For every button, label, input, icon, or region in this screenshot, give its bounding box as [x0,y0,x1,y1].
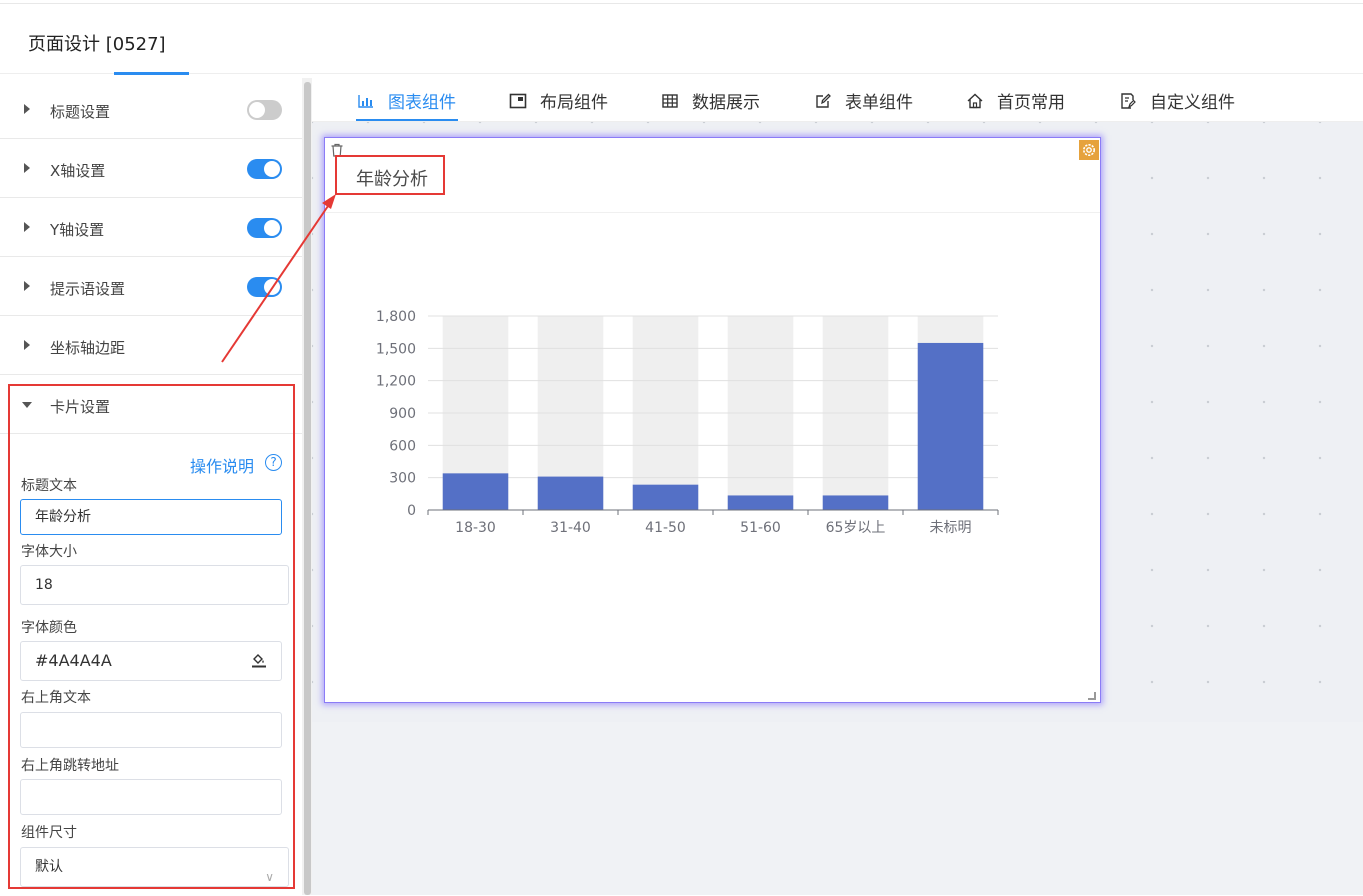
font-color-input[interactable]: #4A4A4A [20,641,282,681]
grid-table-icon [662,93,678,108]
bar-chart: 0 300 600 900 1,200 1,500 1,800 18-30 31-40 41-50… [376,309,999,536]
title-text-label: 标题文本 [21,478,77,494]
tab-label: 自定义组件 [1150,93,1235,113]
edit-form-icon [816,93,831,108]
y-tick-label: 300 [389,471,416,487]
section-label: 标题设置 [50,103,111,121]
home-icon [967,93,983,108]
y-axis-toggle[interactable] [247,218,282,238]
section-y-axis-settings[interactable]: Y轴设置 [0,198,302,257]
tab-label: 图表组件 [388,93,456,113]
x-tick-label: 65岁以上 [826,520,886,536]
tab-custom-components[interactable]: 自定义组件 [1118,88,1235,113]
layout-icon [509,93,527,108]
bar [632,484,699,510]
tab-label: 数据展示 [692,93,760,113]
caret-right-icon [24,281,30,291]
caret-right-icon [24,222,30,232]
corner-text-input[interactable] [20,712,282,748]
y-tick-label: 1,800 [376,309,416,325]
section-label: Y轴设置 [50,221,105,239]
title-text-input[interactable]: 年龄分析 [20,499,282,535]
tab-data-display[interactable]: 数据展示 [660,88,760,113]
active-tab-indicator [356,119,458,121]
x-tick-label: 31-40 [550,520,591,536]
component-size-label: 组件尺寸 [21,825,77,841]
section-label: 坐标轴边距 [50,339,126,357]
chevron-down-icon: ∨ [265,870,274,884]
x-axis-toggle[interactable] [247,159,282,179]
font-color-value: #4A4A4A [35,651,112,670]
caret-right-icon [24,163,30,173]
help-link[interactable]: 操作说明 [190,453,254,477]
section-title-settings[interactable]: 标题设置 [0,80,302,139]
question-icon[interactable]: ? [265,454,282,471]
section-x-axis-settings[interactable]: X轴设置 [0,139,302,198]
custom-doc-icon [1121,92,1136,109]
tab-label: 表单组件 [845,93,913,113]
bar [917,342,984,510]
bar [727,495,794,510]
section-label: 提示语设置 [50,280,126,298]
scrollbar-thumb[interactable] [304,82,311,895]
font-size-label: 字体大小 [21,544,77,560]
caret-right-icon [24,340,30,350]
x-tick-label: 未标明 [930,520,972,536]
corner-link-input[interactable] [20,779,282,815]
y-tick-label: 1,200 [376,374,416,390]
caret-right-icon [24,104,30,114]
page-title: 页面设计 [0527] [28,34,166,55]
x-tick-label: 18-30 [455,520,496,536]
tab-form-components[interactable]: 表单组件 [813,88,913,113]
page-header: 页面设计 [0527] [0,4,1363,74]
bar [537,476,604,510]
title-settings-toggle[interactable] [247,100,282,120]
paint-bucket-icon[interactable] [251,652,267,668]
y-tick-label: 0 [407,503,416,519]
bar [822,495,889,510]
corner-text-label: 右上角文本 [21,690,91,706]
settings-panel: 标题设置 X轴设置 Y轴设置 提示语设置 坐标轴边距 卡片设置 操作说明 ? 标… [0,78,302,895]
tab-chart-components[interactable]: 图表组件 [356,88,456,113]
canvas-bottom-area [312,722,1363,872]
section-axis-margin[interactable]: 坐标轴边距 [0,316,302,375]
section-label: X轴设置 [50,162,106,180]
component-size-value: 默认 [35,859,63,875]
section-tooltip-settings[interactable]: 提示语设置 [0,257,302,316]
font-size-input[interactable]: 18 [20,565,289,605]
tab-home-common[interactable]: 首页常用 [965,88,1065,113]
header-active-indicator [114,72,189,75]
component-size-select[interactable]: 默认 ∨ [20,847,289,887]
tooltip-toggle[interactable] [247,277,282,297]
tab-label: 首页常用 [997,93,1065,113]
tab-layout-components[interactable]: 布局组件 [508,88,608,113]
y-tick-label: 900 [389,406,416,422]
bar-chart-icon [358,94,373,108]
component-tabs: 图表组件 布局组件 数据展示 表单组件 首页常用 自定义组件 [312,75,1363,122]
y-tick-label: 600 [389,438,416,454]
bar [442,473,509,510]
x-tick-label: 51-60 [740,520,781,536]
y-tick-label: 1,500 [376,341,416,357]
tab-label: 布局组件 [540,93,608,113]
font-color-label: 字体颜色 [21,620,77,636]
x-tick-label: 41-50 [645,520,686,536]
corner-link-label: 右上角跳转地址 [21,758,119,774]
